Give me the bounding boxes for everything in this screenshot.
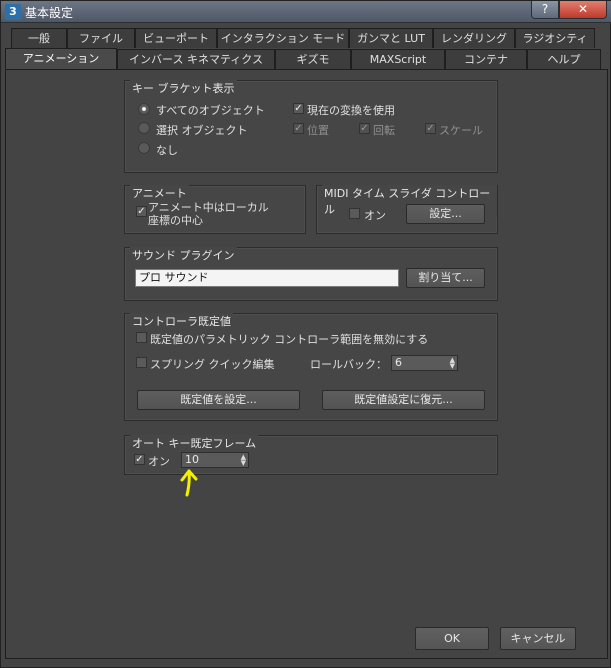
rollback-label: ロールバック： [310, 358, 387, 371]
window-title: 基本設定 [25, 6, 74, 20]
radio-none-label: なし [156, 144, 178, 157]
spinner-arrows-icon[interactable]: ▲ ▼ [450, 357, 455, 370]
set-defaults-button[interactable]: 既定値を設定... [137, 390, 300, 410]
tab-inverse-kinematics[interactable]: インバース キネマティクス [117, 49, 275, 69]
spinner-arrows-icon[interactable]: ▲ ▼ [241, 454, 246, 467]
radio-all-objects[interactable] [138, 103, 150, 115]
rollback-value: 6 [395, 356, 402, 369]
close-button[interactable]: ✕ [559, 1, 607, 19]
spring-quick-edit-label: スプリング クイック編集 [150, 358, 275, 371]
scale-label: スケール [439, 124, 483, 137]
disable-param-range-checkbox[interactable] [136, 332, 147, 343]
sound-assign-button[interactable]: 割り当て... [406, 268, 485, 288]
key-bracket-label: キー ブラケット表示 [130, 80, 237, 96]
auto-key-on-checkbox[interactable]: ✓ [134, 454, 145, 465]
scale-checkbox[interactable]: ✓ [425, 123, 436, 134]
radio-selected-objects[interactable] [138, 122, 150, 134]
radio-selected-objects-label: 選択 オブジェクト [156, 124, 248, 137]
sound-plugin-label: サウンド プラグイン [130, 247, 237, 263]
local-center-label-line2: 座標の中心 [148, 214, 203, 227]
ok-button[interactable]: OK [415, 627, 489, 650]
tab-gamma-lut[interactable]: ガンマと LUT [349, 28, 433, 48]
rotation-label: 回転 [373, 124, 395, 137]
cancel-button[interactable]: キャンセル [500, 627, 576, 650]
disable-param-range-label: 既定値のパラメトリック コントローラ範囲を無効にする [150, 333, 429, 346]
spring-quick-edit-checkbox[interactable] [136, 357, 147, 368]
help-button[interactable]: ? [531, 1, 559, 19]
tab-general[interactable]: 一般 [11, 28, 67, 48]
tab-radiosity[interactable]: ラジオシティ [515, 28, 595, 48]
auto-key-on-label: オン [148, 455, 170, 468]
rotation-checkbox[interactable]: ✓ [359, 123, 370, 134]
tab-viewport[interactable]: ビューポート [135, 28, 217, 48]
preferences-window: 3 基本設定 ? ✕ 一般 ファイル ビューポート インタラクション モード ガ… [0, 0, 611, 668]
use-current-transform-checkbox[interactable]: ✓ [293, 103, 304, 114]
auto-key-frame-value: 10 [185, 453, 199, 466]
tab-animation[interactable]: アニメーション [5, 48, 117, 70]
controller-defaults-label: コントローラ既定値 [130, 313, 233, 329]
radio-none[interactable] [138, 142, 150, 154]
tab-containers[interactable]: コンテナ [445, 49, 527, 69]
position-checkbox[interactable]: ✓ [293, 123, 304, 134]
tab-interaction-mode[interactable]: インタラクション モード [217, 28, 349, 48]
auto-key-label: オート キー既定フレーム [130, 435, 259, 451]
tab-file[interactable]: ファイル [67, 28, 135, 48]
auto-key-frame-spinner[interactable]: 10 ▲ ▼ [181, 452, 249, 468]
position-label: 位置 [307, 124, 329, 137]
sound-plugin-field[interactable]: プロ サウンド [135, 269, 399, 287]
midi-on-checkbox[interactable] [349, 208, 360, 219]
midi-on-label: オン [364, 209, 386, 222]
midi-setup-button[interactable]: 設定... [406, 204, 485, 224]
use-current-transform-label: 現在の変換を使用 [307, 104, 395, 117]
radio-all-objects-label: すべてのオブジェクト [156, 104, 265, 117]
tab-help[interactable]: ヘルプ [527, 49, 601, 69]
tab-maxscript[interactable]: MAXScript [351, 49, 445, 69]
tab-gizmos[interactable]: ギズモ [275, 49, 351, 69]
annotation-arrow-icon [180, 469, 198, 497]
rollback-spinner[interactable]: 6 ▲ ▼ [391, 355, 458, 371]
tab-rendering[interactable]: レンダリング [433, 28, 515, 48]
title-bar[interactable]: 3 基本設定 ? ✕ [1, 1, 611, 23]
local-center-checkbox[interactable]: ✓ [136, 206, 147, 217]
restore-defaults-button[interactable]: 既定値設定に復元... [322, 390, 485, 410]
app-icon: 3 [5, 4, 21, 20]
